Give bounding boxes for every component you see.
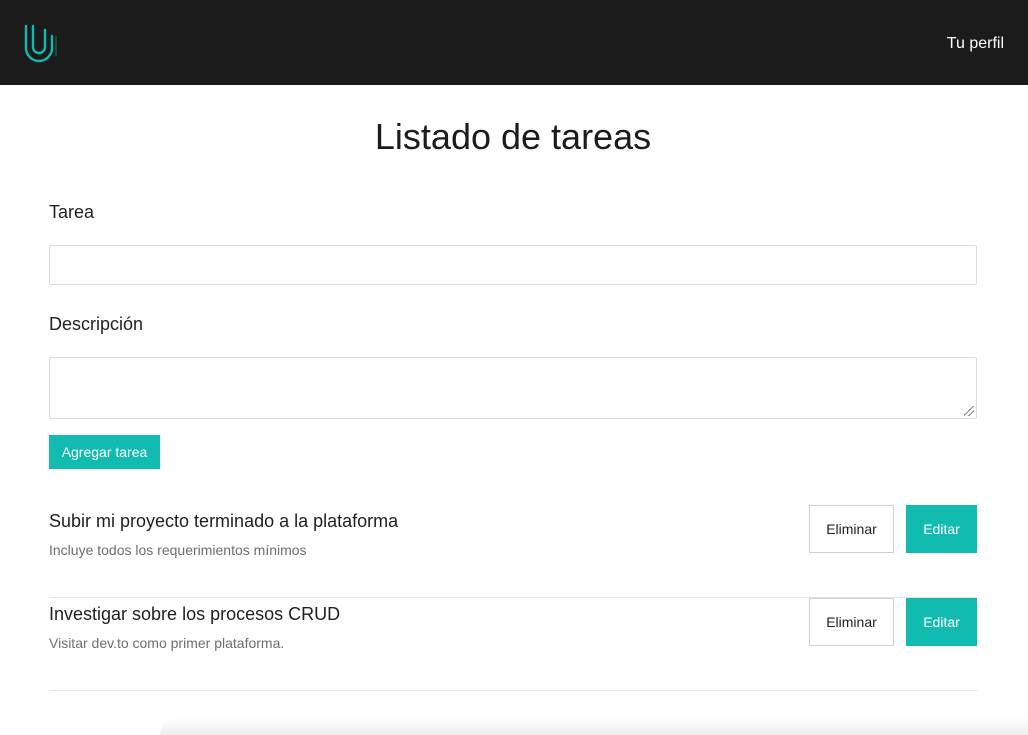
task-input[interactable] (49, 245, 977, 285)
u-camp-logo-icon[interactable] (22, 22, 62, 64)
task-list-item: Subir mi proyecto terminado a la platafo… (49, 505, 977, 598)
window-edge-shadow (160, 718, 1028, 735)
resize-handle-icon[interactable] (964, 406, 974, 416)
task-label: Tarea (49, 202, 95, 222)
page-title: Listado de tareas (374, 116, 652, 157)
delete-task-button[interactable]: Eliminar (809, 505, 894, 553)
task-list-item: Investigar sobre los procesos CRUD Visit… (49, 598, 977, 691)
delete-task-button[interactable]: Eliminar (809, 598, 894, 646)
add-task-button[interactable]: Agregar tarea (49, 435, 160, 469)
top-navbar: Tu perfil (0, 0, 1028, 85)
edit-task-button[interactable]: Editar (906, 505, 977, 553)
description-textarea[interactable] (49, 357, 977, 419)
task-description: Incluye todos los requerimientos mínimos (49, 542, 307, 558)
task-list-page: Listado de tareas Tarea Descripción Agre… (49, 85, 977, 691)
task-title: Subir mi proyecto terminado a la platafo… (49, 511, 399, 531)
description-label: Descripción (49, 314, 144, 334)
edit-task-button[interactable]: Editar (906, 598, 977, 646)
task-title: Investigar sobre los procesos CRUD (49, 604, 341, 624)
task-description: Visitar dev.to como primer plataforma. (49, 635, 285, 651)
profile-link[interactable]: Tu perfil (947, 35, 1004, 53)
